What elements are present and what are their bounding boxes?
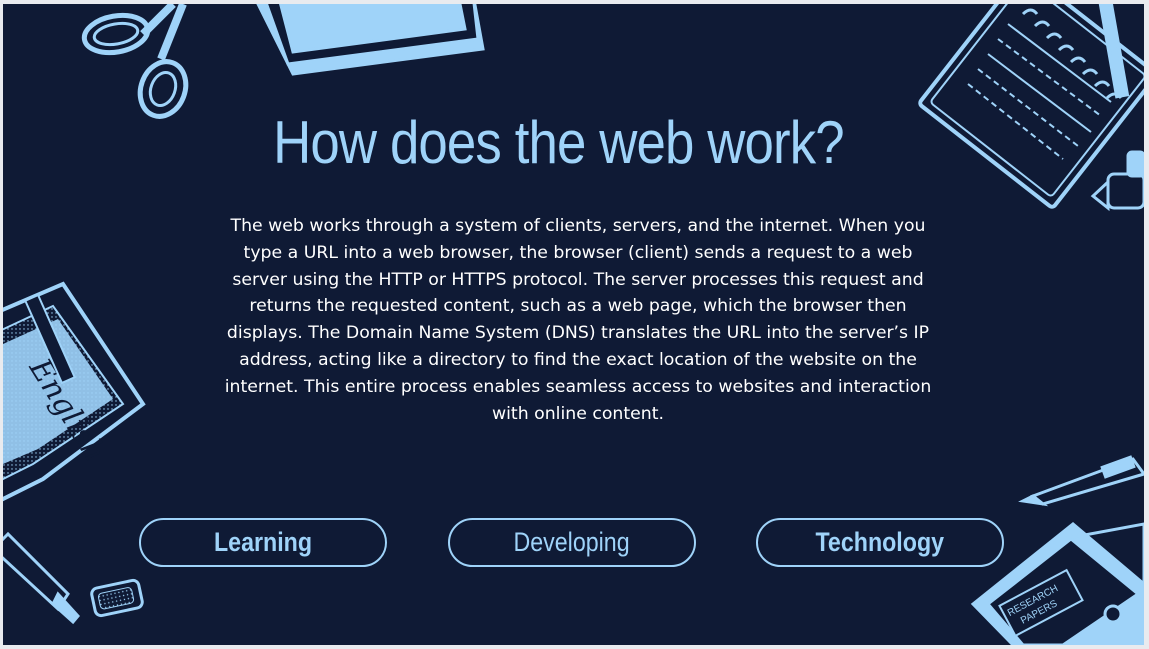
papers-icon — [256, 4, 485, 76]
learning-button[interactable]: Learning — [139, 518, 387, 567]
dropper-icon — [1090, 150, 1144, 212]
learning-button-label: Learning — [213, 527, 313, 557]
english-book-icon: English — [3, 281, 146, 502]
slide: English RESEARCH PAPERS How does the web… — [3, 4, 1144, 645]
developing-button[interactable]: Developing — [448, 518, 696, 567]
slide-title: How does the web work? — [273, 109, 844, 176]
pen-icon — [1018, 455, 1144, 507]
developing-button-label: Developing — [513, 527, 631, 557]
slide-body-text: The web works through a system of client… — [224, 216, 932, 424]
scissors-icon — [81, 4, 189, 119]
technology-button[interactable]: Technology — [756, 518, 1004, 567]
marker-icon — [3, 531, 144, 625]
technology-button-label: Technology — [815, 527, 945, 557]
